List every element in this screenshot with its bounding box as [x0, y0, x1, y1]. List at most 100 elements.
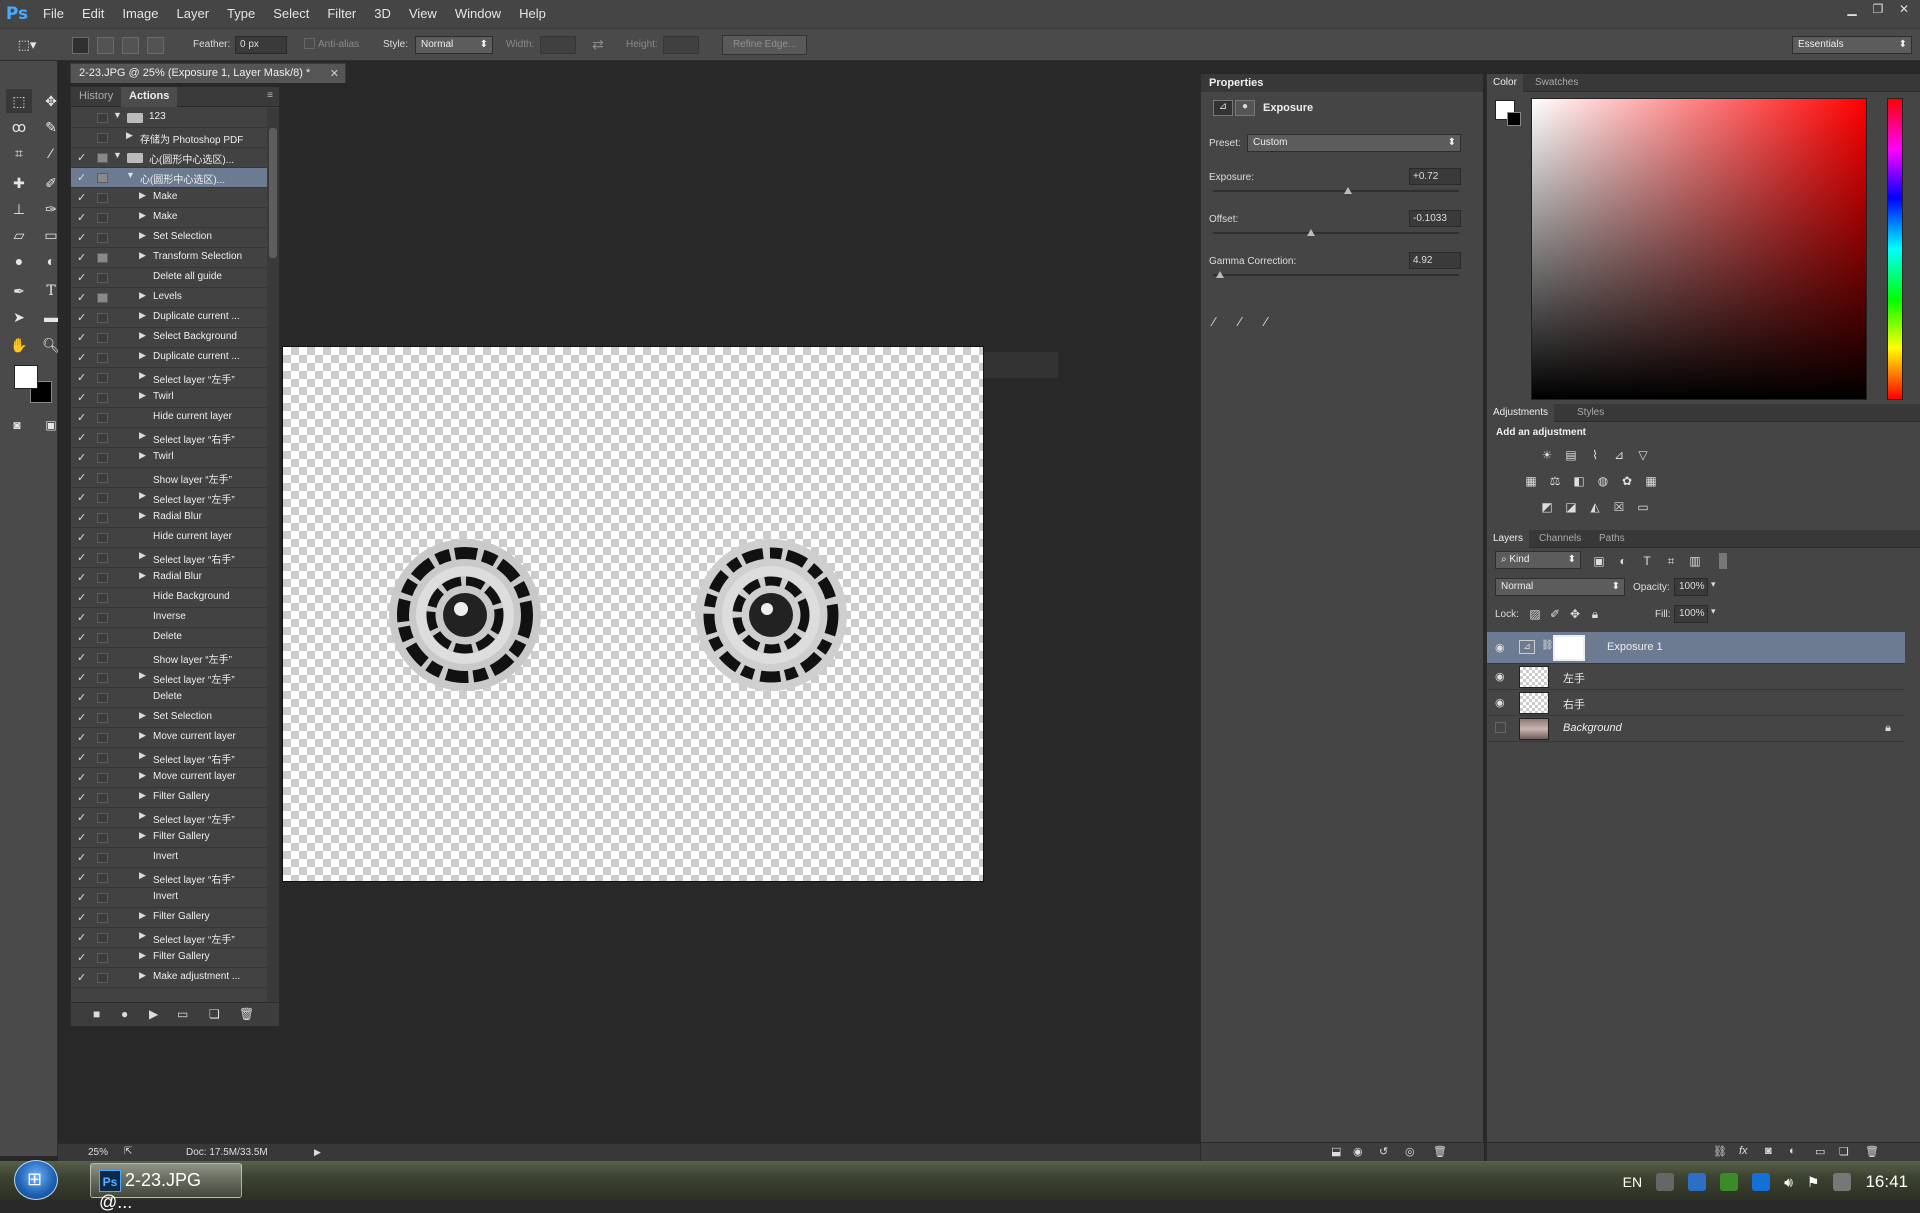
toggle-item-checkbox[interactable]: ✓ — [77, 471, 89, 484]
dialog-toggle[interactable] — [97, 473, 108, 483]
vibrance-icon[interactable]: ▽ — [1635, 448, 1651, 462]
layer-name[interactable]: 左手 — [1563, 670, 1585, 686]
dialog-toggle[interactable] — [97, 713, 108, 723]
dialog-toggle[interactable] — [97, 413, 108, 423]
expand-triangle-icon[interactable]: ▶ — [139, 710, 146, 721]
offset-slider-thumb[interactable] — [1307, 229, 1316, 236]
toggle-item-checkbox[interactable]: ✓ — [77, 671, 89, 684]
dialog-toggle[interactable] — [97, 773, 108, 783]
color-lookup-icon[interactable]: ▦ — [1643, 474, 1659, 488]
toggle-item-checkbox[interactable]: ✓ — [77, 971, 89, 984]
feather-input[interactable]: 0 px — [235, 36, 287, 54]
expand-triangle-icon[interactable]: ▶ — [139, 950, 146, 961]
toggle-item-checkbox[interactable]: ✓ — [77, 311, 89, 324]
dialog-toggle[interactable] — [97, 933, 108, 943]
expand-triangle-icon[interactable]: ▶ — [139, 310, 146, 321]
expand-triangle-icon[interactable]: ▶ — [139, 510, 146, 521]
expand-triangle-icon[interactable]: ▶ — [126, 130, 133, 141]
exposure-input[interactable]: +0.72 — [1409, 168, 1461, 185]
lock-transparent-icon[interactable]: ▨ — [1527, 607, 1543, 621]
action-row[interactable]: ✓ Inverse — [71, 608, 267, 628]
dialog-toggle[interactable] — [97, 393, 108, 403]
dialog-toggle[interactable] — [97, 213, 108, 223]
toggle-item-checkbox[interactable]: ✓ — [77, 911, 89, 924]
clip-to-layer-icon[interactable]: ⬓ — [1331, 1145, 1341, 1158]
new-layer-icon[interactable]: ❏ — [1839, 1145, 1849, 1158]
expand-triangle-icon[interactable]: ▶ — [139, 930, 146, 941]
action-row[interactable]: ✓ Delete — [71, 628, 267, 648]
workspace-select[interactable]: Essentials ⬍ — [1792, 36, 1912, 54]
toggle-item-checkbox[interactable]: ✓ — [77, 171, 89, 184]
action-row[interactable]: ✓ ▶ Twirl — [71, 388, 267, 408]
dialog-toggle[interactable] — [97, 913, 108, 923]
toggle-item-checkbox[interactable]: ✓ — [77, 331, 89, 344]
action-row[interactable]: ✓ ▼ 心(圆形中心选区)... — [71, 168, 267, 188]
rectangular-marquee-icon[interactable]: ⬚ — [6, 89, 32, 113]
expand-triangle-icon[interactable]: ▶ — [139, 550, 146, 561]
toggle-item-checkbox[interactable]: ✓ — [77, 371, 89, 384]
close-tab-icon[interactable]: ✕ — [330, 67, 339, 80]
network-icon[interactable] — [1656, 1173, 1675, 1191]
dialog-toggle[interactable] — [97, 793, 108, 803]
marquee-preset-icon[interactable]: ⬚▾ — [14, 33, 40, 57]
action-row[interactable]: ✓ ▶ Filter Gallery — [71, 828, 267, 848]
channel-mixer-icon[interactable]: ✿ — [1619, 474, 1635, 488]
action-row[interactable]: ✓ Delete — [71, 688, 267, 708]
stop-icon[interactable]: ■ — [93, 1007, 100, 1021]
expand-triangle-icon[interactable]: ▶ — [139, 570, 146, 581]
action-row[interactable]: ✓ Show layer “左手” — [71, 468, 267, 488]
action-row[interactable]: ✓ ▶ Transform Selection — [71, 248, 267, 268]
dialog-toggle[interactable] — [97, 133, 108, 143]
action-center-flag-icon[interactable]: ⚑ — [1807, 1174, 1820, 1191]
dialog-toggle[interactable] — [97, 513, 108, 523]
dialog-toggle[interactable] — [97, 273, 108, 283]
fill-dropdown-icon[interactable]: ▾ — [1711, 606, 1716, 617]
filter-pixel-icon[interactable]: ▣ — [1591, 554, 1607, 568]
toggle-item-checkbox[interactable]: ✓ — [77, 531, 89, 544]
selective-color-icon[interactable]: ☒ — [1611, 500, 1627, 514]
curves-icon[interactable]: ⌇ — [1587, 448, 1603, 462]
fill-input[interactable]: 100% — [1674, 605, 1708, 623]
action-row[interactable]: ✓ Show layer “左手” — [71, 648, 267, 668]
action-row[interactable]: ✓ ▶ Twirl — [71, 448, 267, 468]
toggle-item-checkbox[interactable]: ✓ — [77, 651, 89, 664]
mask-link-icon[interactable]: ⛓ — [1541, 640, 1554, 651]
toggle-item-checkbox[interactable]: ✓ — [77, 631, 89, 644]
toggle-item-checkbox[interactable]: ✓ — [77, 931, 89, 944]
toggle-item-checkbox[interactable]: ✓ — [77, 591, 89, 604]
toggle-item-checkbox[interactable]: ✓ — [77, 231, 89, 244]
new-group-folder-icon[interactable]: ▭ — [1815, 1145, 1825, 1158]
toggle-item-checkbox[interactable]: ✓ — [77, 431, 89, 444]
toggle-item-checkbox[interactable]: ✓ — [77, 611, 89, 624]
expand-triangle-icon[interactable]: ▶ — [139, 450, 146, 461]
offset-input[interactable]: -0.1033 — [1409, 210, 1461, 227]
action-row[interactable]: ✓ ▶ Make adjustment ... — [71, 968, 267, 988]
opacity-dropdown-icon[interactable]: ▾ — [1711, 579, 1716, 590]
filter-smart-object-icon[interactable]: ▥ — [1687, 554, 1703, 568]
crop-icon[interactable]: ⌗ — [6, 141, 32, 165]
dialog-toggle[interactable] — [97, 953, 108, 963]
app-tray-icon[interactable] — [1752, 1173, 1771, 1191]
dialog-toggle[interactable] — [97, 893, 108, 903]
toggle-item-checkbox[interactable]: ✓ — [77, 351, 89, 364]
layer-visibility-eye-icon[interactable]: ◉ — [1495, 696, 1505, 709]
menu-edit[interactable]: Edit — [73, 0, 113, 28]
antialias-checkbox[interactable] — [304, 38, 315, 49]
dialog-toggle[interactable] — [97, 593, 108, 603]
eraser-icon[interactable]: ▱ — [6, 223, 32, 247]
posterize-icon[interactable]: ◪ — [1563, 500, 1579, 514]
color-balance-icon[interactable]: ⚖ — [1547, 474, 1563, 488]
dialog-toggle[interactable] — [97, 353, 108, 363]
black-white-icon[interactable]: ◧ — [1571, 474, 1587, 488]
action-row[interactable]: ✓ Invert — [71, 888, 267, 908]
filter-adjustment-icon[interactable]: ◐ — [1615, 554, 1631, 568]
toggle-item-checkbox[interactable]: ✓ — [77, 771, 89, 784]
new-adjustment-layer-icon[interactable]: ◐ — [1789, 1145, 1796, 1157]
expand-triangle-icon[interactable]: ▶ — [139, 830, 146, 841]
exposure-icon[interactable]: ⊿ — [1611, 448, 1627, 462]
black-eyedropper-icon[interactable]: ⁄ — [1213, 314, 1215, 329]
gamma-slider-thumb[interactable] — [1216, 271, 1225, 278]
threshold-icon[interactable]: ◭ — [1587, 500, 1603, 514]
action-row[interactable]: ✓ ▶ Filter Gallery — [71, 788, 267, 808]
hue-slider[interactable] — [1887, 98, 1903, 400]
